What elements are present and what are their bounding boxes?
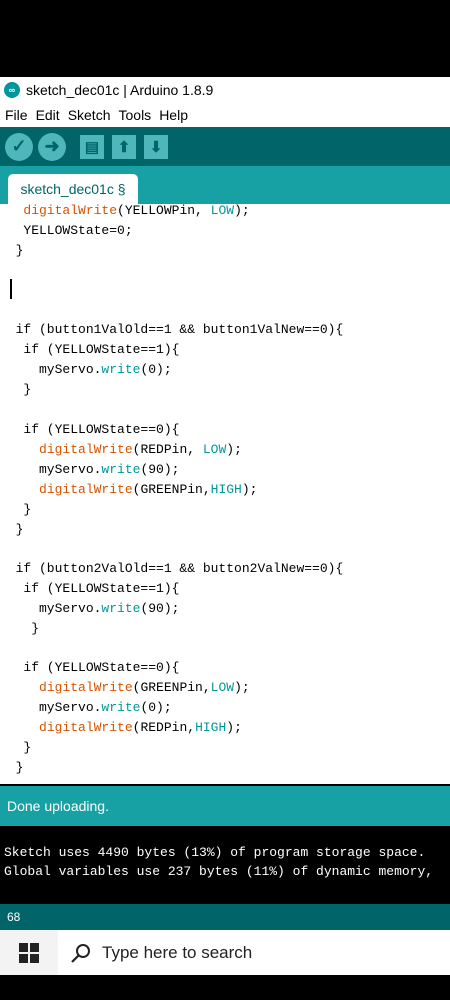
window-title: sketch_dec01c | Arduino 1.8.9 — [26, 82, 214, 98]
menu-edit[interactable]: Edit — [36, 107, 60, 123]
arduino-logo-icon: ∞ — [4, 82, 20, 98]
title-bar: ∞ sketch_dec01c | Arduino 1.8.9 — [0, 77, 450, 103]
code-line: digitalWrite(REDPin,HIGH); — [39, 720, 242, 735]
code-line: if (button2ValOld==1 && button2ValNew==0… — [0, 561, 344, 576]
code-editor[interactable]: digitalWrite(YELLOWPin, LOW); YELLOWStat… — [0, 204, 450, 784]
code-line: myServo.write(0); — [0, 700, 172, 715]
status-bar: Done uploading. — [0, 786, 450, 826]
status-message: Done uploading. — [7, 798, 109, 814]
console-line: Sketch uses 4490 bytes (13%) of program … — [4, 845, 426, 860]
new-file-icon: ▤ — [84, 138, 100, 156]
code-line: myServo.write(0); — [0, 362, 172, 377]
check-icon: ✓ — [11, 136, 27, 156]
menu-file[interactable]: File — [5, 107, 28, 123]
start-button[interactable] — [0, 930, 58, 975]
code-line: } — [0, 522, 24, 537]
code-line: digitalWrite(REDPin, LOW); — [39, 442, 242, 457]
menu-tools[interactable]: Tools — [119, 107, 152, 123]
code-line: } — [0, 740, 32, 755]
windows-logo-icon — [19, 942, 39, 963]
code-line: } — [0, 760, 24, 775]
save-arrow-down-icon: ⬇ — [149, 138, 163, 156]
menu-help[interactable]: Help — [159, 107, 188, 123]
code-line: } — [0, 502, 32, 517]
code-line: if (button1ValOld==1 && button1ValNew==0… — [0, 322, 344, 337]
search-placeholder: Type here to search — [102, 942, 253, 962]
code-line: digitalWrite(GREENPin,HIGH); — [39, 482, 258, 497]
code-line: if (YELLOWState==1){ — [0, 581, 180, 596]
taskbar: Type here to search — [0, 930, 450, 975]
code-line: digitalWrite(GREENPin,LOW); — [39, 680, 250, 695]
code-line: } — [0, 621, 40, 636]
console-output: Sketch uses 4490 bytes (13%) of program … — [0, 826, 450, 904]
console-line: Global variables use 237 bytes (11%) of … — [4, 864, 434, 879]
line-number-bar: 68 — [0, 904, 450, 930]
tab-bar: sketch_dec01c § — [0, 166, 450, 204]
taskbar-search-box[interactable]: Type here to search — [58, 930, 450, 975]
code-line: } — [0, 382, 32, 397]
open-button[interactable]: ⬆ — [112, 134, 136, 159]
toolbar: ✓ ➜ ▤ ⬆ ⬇ — [0, 127, 450, 166]
search-icon — [71, 943, 90, 963]
code-line: if (YELLOWState==0){ — [0, 422, 180, 437]
tab-sketch[interactable]: sketch_dec01c § — [8, 174, 138, 204]
line-number: 68 — [7, 910, 21, 924]
save-button[interactable]: ⬇ — [144, 134, 168, 159]
code-line: myServo.write(90); — [0, 462, 180, 477]
open-arrow-up-icon: ⬆ — [117, 138, 131, 156]
menu-bar: File Edit Sketch Tools Help — [0, 103, 450, 127]
verify-button[interactable]: ✓ — [5, 132, 33, 161]
new-button[interactable]: ▤ — [80, 134, 104, 159]
code-line: digitalWrite(YELLOWPin, LOW); — [23, 204, 250, 218]
code-line: if (YELLOWState==0){ — [0, 660, 180, 675]
code-line: YELLOWState=0; — [0, 223, 133, 238]
arrow-right-icon: ➜ — [44, 136, 60, 156]
menu-sketch[interactable]: Sketch — [68, 107, 111, 123]
upload-button[interactable]: ➜ — [38, 132, 66, 161]
code-line: if (YELLOWState==1){ — [0, 342, 180, 357]
code-line: myServo.write(90); — [0, 601, 180, 616]
text-cursor — [10, 279, 12, 299]
code-line: } — [0, 243, 24, 258]
